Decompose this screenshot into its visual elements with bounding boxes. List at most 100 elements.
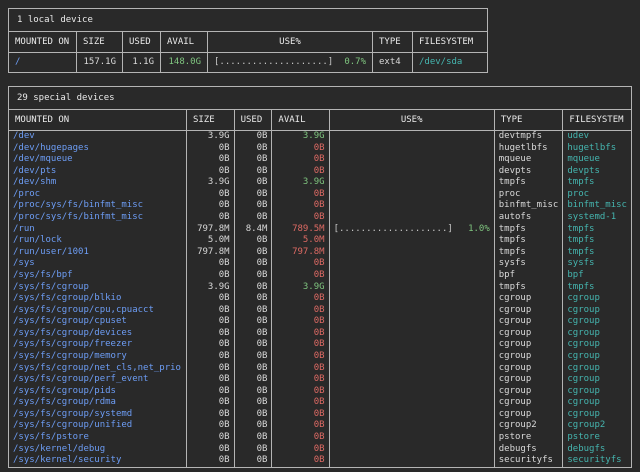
- avail-cell: 3.9G: [272, 282, 329, 294]
- used-cell: 0B: [234, 444, 272, 456]
- mount-cell: /sys/fs/cgroup/pids: [9, 386, 187, 398]
- column-header-filesystem: FILESYSTEM: [563, 110, 632, 131]
- table-title: 29 special devices: [9, 87, 632, 110]
- usage-bar: [....................]0.7%: [214, 58, 366, 67]
- mount-cell: /run: [9, 224, 187, 236]
- mount-cell: /sys: [9, 258, 187, 270]
- mount-cell: /sys/fs/cgroup/perf_event: [9, 374, 187, 386]
- type-cell: cgroup: [494, 316, 563, 328]
- mount-cell: /dev/mqueue: [9, 154, 187, 166]
- table-header-row: MOUNTED ONSIZEUSEDAVAILUSE%TYPEFILESYSTE…: [9, 32, 488, 53]
- size-cell: 0B: [186, 270, 234, 282]
- size-cell: 0B: [186, 212, 234, 224]
- used-cell: 0B: [234, 154, 272, 166]
- used-cell: 0B: [234, 293, 272, 305]
- filesystem-cell: devpts: [563, 166, 632, 178]
- avail-cell: 0B: [272, 212, 329, 224]
- device-row: /proc0B0B0Bprocproc: [9, 189, 632, 201]
- avail-cell: 0B: [272, 339, 329, 351]
- filesystem-cell: systemd-1: [563, 212, 632, 224]
- filesystem-cell: cgroup: [563, 363, 632, 375]
- filesystem-cell: bpf: [563, 270, 632, 282]
- used-cell: 0B: [234, 420, 272, 432]
- size-cell: 0B: [186, 143, 234, 155]
- used-cell: 0B: [234, 305, 272, 317]
- usage-bar-track: [....................]: [214, 58, 333, 67]
- size-cell: 0B: [186, 328, 234, 340]
- used-cell: 0B: [234, 409, 272, 421]
- type-cell: mqueue: [494, 154, 563, 166]
- size-cell: 0B: [186, 397, 234, 409]
- size-cell: 3.9G: [186, 177, 234, 189]
- avail-cell: 0B: [272, 189, 329, 201]
- filesystem-cell: udev: [563, 131, 632, 143]
- column-header-filesystem: FILESYSTEM: [413, 32, 488, 53]
- avail-cell: 0B: [272, 166, 329, 178]
- used-cell: 0B: [234, 258, 272, 270]
- size-cell: 0B: [186, 455, 234, 467]
- device-row: /sys/fs/cgroup/net_cls,net_prio0B0B0Bcgr…: [9, 363, 632, 375]
- size-cell: 0B: [186, 316, 234, 328]
- used-cell: 0B: [234, 200, 272, 212]
- filesystem-cell: proc: [563, 189, 632, 201]
- avail-cell: 0B: [272, 293, 329, 305]
- column-header-use-: USE%: [208, 32, 373, 53]
- type-cell: tmpfs: [494, 224, 563, 236]
- mount-cell: /dev/shm: [9, 177, 187, 189]
- use-percent-cell: [329, 200, 494, 212]
- type-cell: cgroup: [494, 305, 563, 317]
- use-percent-cell: [329, 455, 494, 467]
- size-cell: 5.0M: [186, 235, 234, 247]
- filesystem-cell: securityfs: [563, 455, 632, 467]
- type-cell: tmpfs: [494, 282, 563, 294]
- use-percent-cell: [329, 282, 494, 294]
- used-cell: 0B: [234, 282, 272, 294]
- device-row: /dev/shm3.9G0B3.9Gtmpfstmpfs: [9, 177, 632, 189]
- size-cell: 797.8M: [186, 247, 234, 259]
- column-header-mounted-on: MOUNTED ON: [9, 110, 187, 131]
- used-cell: 0B: [234, 235, 272, 247]
- size-cell: 0B: [186, 200, 234, 212]
- mount-cell: /sys/kernel/debug: [9, 444, 187, 456]
- avail-cell: 0B: [272, 420, 329, 432]
- type-cell: cgroup: [494, 293, 563, 305]
- use-percent-cell: [329, 386, 494, 398]
- mount-cell: /sys/fs/cgroup/devices: [9, 328, 187, 340]
- column-header-mounted-on: MOUNTED ON: [9, 32, 77, 53]
- mount-cell: /: [9, 53, 77, 73]
- device-row: /dev3.9G0B3.9Gdevtmpfsudev: [9, 131, 632, 143]
- used-cell: 0B: [234, 374, 272, 386]
- device-row: /sys/fs/cgroup/perf_event0B0B0Bcgroupcgr…: [9, 374, 632, 386]
- mount-cell: /sys/kernel/security: [9, 455, 187, 467]
- use-percent-cell: [329, 270, 494, 282]
- mount-cell: /sys/fs/bpf: [9, 270, 187, 282]
- device-row: /sys/kernel/security0B0B0Bsecurityfssecu…: [9, 455, 632, 467]
- device-row: /sys/fs/cgroup/blkio0B0B0Bcgroupcgroup: [9, 293, 632, 305]
- type-cell: debugfs: [494, 444, 563, 456]
- avail-cell: 0B: [272, 374, 329, 386]
- filesystem-cell: cgroup: [563, 397, 632, 409]
- mount-cell: /run/user/1001: [9, 247, 187, 259]
- used-cell: 0B: [234, 166, 272, 178]
- use-percent-cell: [329, 131, 494, 143]
- size-cell: 0B: [186, 420, 234, 432]
- avail-cell: 0B: [272, 409, 329, 421]
- avail-cell: 789.5M: [272, 224, 329, 236]
- type-cell: cgroup: [494, 351, 563, 363]
- used-cell: 0B: [234, 131, 272, 143]
- filesystem-cell: cgroup: [563, 328, 632, 340]
- type-cell: cgroup: [494, 339, 563, 351]
- device-row: /157.1G1.1G148.0G[....................]0…: [9, 53, 488, 73]
- mount-cell: /sys/fs/cgroup/net_cls,net_prio: [9, 363, 187, 375]
- used-cell: 0B: [234, 316, 272, 328]
- mount-cell: /sys/fs/cgroup/systemd: [9, 409, 187, 421]
- device-row: /sys/fs/bpf0B0B0Bbpfbpf: [9, 270, 632, 282]
- device-row: /sys/fs/cgroup/cpuset0B0B0Bcgroupcgroup: [9, 316, 632, 328]
- avail-cell: 0B: [272, 200, 329, 212]
- used-cell: 0B: [234, 270, 272, 282]
- mount-cell: /sys/fs/cgroup/memory: [9, 351, 187, 363]
- type-cell: cgroup: [494, 386, 563, 398]
- avail-cell: 0B: [272, 432, 329, 444]
- mount-cell: /proc/sys/fs/binfmt_misc: [9, 212, 187, 224]
- type-cell: cgroup: [494, 409, 563, 421]
